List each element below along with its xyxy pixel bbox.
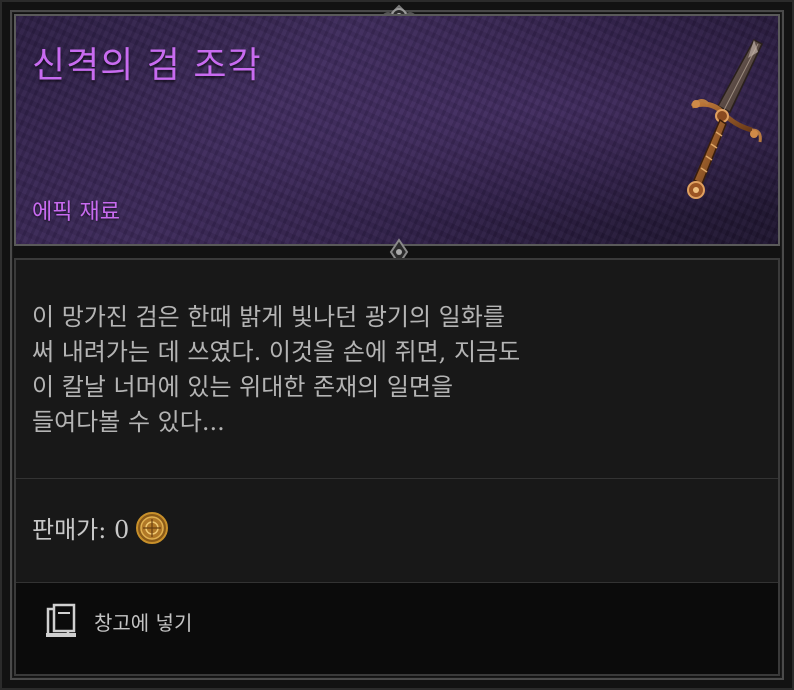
item-rarity-type: 에픽 재료 — [32, 200, 120, 225]
item-description: 이 망가진 검은 한때 밝게 빛나던 광기의 일화를 써 내려가는 데 쓰였다.… — [32, 303, 521, 436]
item-body: 이 망가진 검은 한때 밝게 빛나던 광기의 일화를 써 내려가는 데 쓰였다.… — [14, 258, 780, 676]
item-name: 신격의 검 조각 — [32, 45, 262, 86]
gold-coin-icon — [136, 511, 169, 544]
stash-button-label: 창고에 넣기 — [94, 610, 193, 635]
broken-sword-icon — [687, 39, 763, 199]
action-footer: 창고에 넣기 — [16, 582, 778, 674]
sell-price-label: 판매가: 0 — [32, 516, 130, 544]
item-header: 신격의 검 조각 에픽 재료 — [14, 14, 780, 246]
section-divider — [16, 478, 778, 479]
item-tooltip: 신격의 검 조각 에픽 재료 이 망가진 검은 한때 밝게 빛나던 광기의 일화… — [0, 0, 794, 690]
sell-price: 판매가: 0 — [32, 510, 169, 545]
stash-button[interactable]: 창고에 넣기 — [44, 601, 192, 641]
stash-icon — [46, 603, 76, 637]
